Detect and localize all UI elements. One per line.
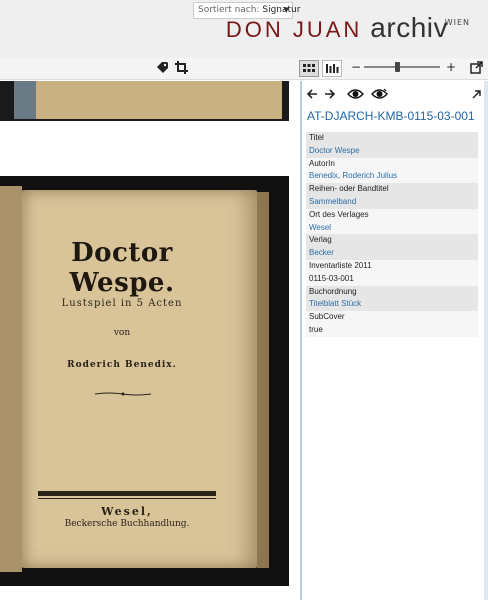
scan-page (14, 81, 282, 119)
field-value-link[interactable]: Titelblatt Stück (306, 298, 478, 312)
document-publisher: Beckersche Buchhandlung. (64, 519, 190, 529)
field-value: true (306, 323, 478, 337)
field-label: Ort des Verlages (306, 208, 478, 222)
tag-icon[interactable] (155, 61, 169, 75)
metadata-fields: Titel Doctor Wespe AutorIn Benedix, Roderic… (306, 132, 478, 337)
field-label: Verlag (306, 234, 478, 248)
field-label: AutorIn (306, 157, 478, 171)
crop-icon[interactable] (174, 61, 188, 75)
document-subtitle: Lustspiel in 5 Acten (61, 298, 183, 309)
field-label: Buchordnung (306, 285, 478, 299)
record-id: AT-DJARCH-KMB-0115-03-001 (307, 109, 475, 123)
field-label: Reihen- oder Bandtitel (306, 183, 478, 196)
sort-value: Signatur (262, 5, 301, 15)
document-title: Doctor Wespe. (69, 238, 175, 298)
external-link-icon[interactable] (469, 61, 483, 75)
document-author: Roderich Benedix. (67, 360, 177, 370)
title-page-rule (38, 491, 216, 496)
field-value-link[interactable]: Doctor Wespe (306, 144, 478, 158)
title-page-rule-thin (38, 498, 216, 499)
strip-view-button[interactable] (322, 60, 342, 77)
grid-icon (303, 64, 315, 72)
field-value-link[interactable]: Becker (306, 247, 478, 260)
sort-select[interactable]: Sortiert nach: Signatur ▼ (193, 2, 300, 19)
bars-icon (326, 64, 339, 73)
document-place: Wesel, (101, 505, 153, 518)
zoom-slider[interactable] (364, 66, 440, 68)
field-value-link[interactable]: Wesel (306, 221, 478, 235)
book-page-edge (257, 192, 269, 568)
logo-archiv: archiv (370, 12, 448, 43)
grid-view-button[interactable] (299, 60, 319, 77)
metadata-panel: AT-DJARCH-KMB-0115-03-001 Titel Doctor We… (300, 81, 488, 600)
eye-icon[interactable] (347, 88, 364, 103)
collapse-panel-icon[interactable] (472, 88, 482, 102)
logo-wien: WIEN (444, 18, 470, 27)
field-label: SubCover (306, 311, 478, 324)
eye-plus-icon[interactable] (371, 88, 388, 103)
chevron-down-icon: ▼ (283, 6, 289, 14)
logo-don-juan: DON JUAN (225, 17, 363, 42)
document-by: von (113, 328, 131, 338)
zoom-out-button[interactable]: − (349, 60, 363, 77)
arrow-left-icon[interactable] (306, 88, 318, 103)
previous-scan-image[interactable] (0, 81, 289, 121)
field-label: Inventarliste 2011 (306, 259, 478, 273)
zoom-slider-handle[interactable] (395, 62, 400, 72)
sort-prefix: Sortiert nach: (198, 5, 260, 15)
panel-scrollbar[interactable] (484, 81, 488, 600)
book-cover-left (0, 186, 22, 572)
arrow-right-icon[interactable] (324, 88, 336, 103)
field-value-link[interactable]: Benedix, Roderich Julius (306, 170, 478, 184)
scan-spine (14, 81, 36, 119)
field-value: 0115-03-001 (306, 272, 478, 286)
field-label: Titel (306, 132, 478, 145)
field-value-link[interactable]: Sammelband (306, 195, 478, 209)
toolbar (0, 58, 488, 80)
ornament-icon (95, 392, 151, 396)
zoom-in-button[interactable]: + (444, 60, 458, 77)
